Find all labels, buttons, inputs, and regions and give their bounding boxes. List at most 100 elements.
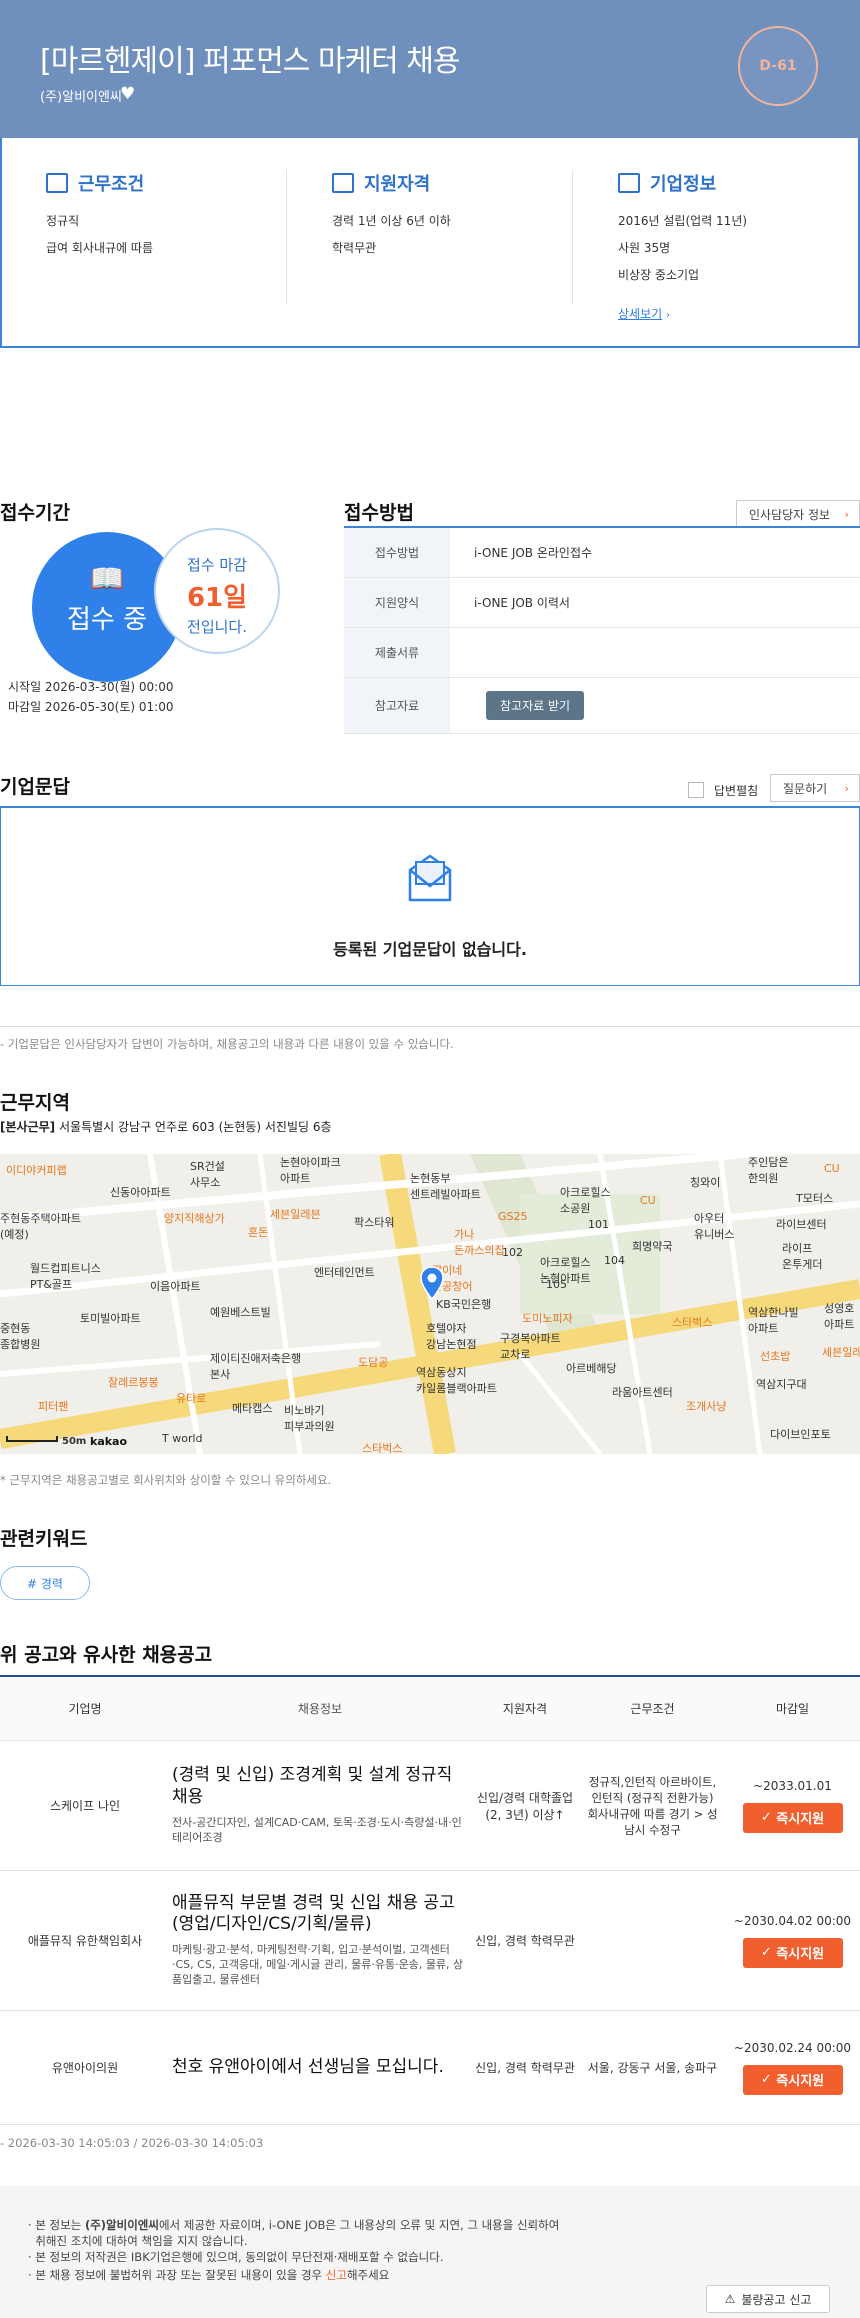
disclaimer-line-1: · 본 정보는 (주)알비이엔씨에서 제공한 자료이며, i-ONE JOB은 … <box>28 2218 560 2248</box>
deadline-circle: 접수 마감 61일 전입니다. <box>154 528 280 654</box>
job-condition <box>580 1871 725 2010</box>
post-timestamp: - 2026-03-30 14:05:03 / 2026-03-30 14:05… <box>0 2136 264 2150</box>
disclaimer-line-2: · 본 정보의 저작권은 IBK기업은행에 있으며, 동의없이 무단전재·재배포… <box>28 2250 444 2264</box>
career-requirement: 경력 1년 이상 6년 이하 <box>332 214 451 228</box>
detail-link[interactable]: 상세보기 <box>618 307 662 321</box>
expand-answers-checkbox[interactable] <box>688 782 704 798</box>
keyword-tag[interactable]: # 경력 <box>0 1566 90 1600</box>
apply-now-button[interactable]: ✓ 즉시지원 <box>742 1802 843 1833</box>
kakao-logo: kakao <box>90 1435 128 1448</box>
table-row: 제출서류 <box>344 628 860 678</box>
calendar-icon <box>332 173 354 193</box>
table-row: 스케이프 나인 (경력 및 신입) 조경계획 및 설계 정규직 채용 전사-공간… <box>0 1741 860 1871</box>
qna-note: - 기업문답은 인사담당자가 답변이 가능하며, 채용공고의 내용과 다른 내용… <box>0 1037 454 1051</box>
report-post-button[interactable]: ⚠ 불량공고 신고 <box>706 2285 830 2313</box>
heart-icon[interactable]: ♥ <box>120 84 135 104</box>
row-value: i-ONE JOB 이력서 <box>474 596 570 610</box>
apply-now-label: 즉시지원 <box>776 1947 825 1962</box>
disclaimer-line-3: · 본 채용 정보에 불법허위 과장 또는 잘못된 내용이 있을 경우 신고해주… <box>28 2268 390 2282</box>
hr-info-button[interactable]: 인사담당자 정보 › <box>736 500 860 528</box>
job-qualify: 신입, 경력 학력무관 <box>475 1934 575 1948</box>
job-title[interactable]: (경력 및 신입) 조경계획 및 설계 정규직 채용 <box>172 1765 470 1808</box>
siren-icon: ⚠ <box>724 2292 736 2306</box>
col-deadline: 마감일 <box>775 1702 810 1716</box>
report-link[interactable]: 신고 <box>326 2268 347 2282</box>
check-icon: ✓ <box>760 2072 772 2087</box>
company-name[interactable]: 애플뮤직 유한책임회사 <box>0 1871 170 2010</box>
col-job: 채용정보 <box>297 1702 343 1716</box>
divider <box>572 170 573 304</box>
map-scale-label: 50m <box>62 1436 87 1447</box>
table-row: 유앤아이의원 천호 유앤아이에서 선생님을 모십니다. 신입, 경력 학력무관 … <box>0 2011 860 2125</box>
disclaimer-text: 해주세요 <box>346 2268 390 2282</box>
row-value: i-ONE JOB 온라인접수 <box>474 546 593 560</box>
apply-method-heading: 접수방법 <box>344 502 414 524</box>
address: 서울특별시 강남구 언주로 603 (논현동) 서진빌딩 6층 <box>58 1120 332 1134</box>
company-name[interactable]: 유앤아이의원 <box>0 2011 170 2124</box>
company-name[interactable]: 스케이프 나인 <box>0 1741 170 1870</box>
disclaimer-text: 취해진 조치에 대하여 책임을 지지 않습니다. <box>35 2233 248 2248</box>
job-title[interactable]: 애플뮤직 부문별 경력 및 신입 채용 공고 (영업/디자인/CS/기획/물류) <box>172 1893 470 1936</box>
similar-jobs-heading: 위 공고와 유사한 채용공고 <box>0 1644 213 1666</box>
reception-heading: 접수기간 <box>0 502 70 524</box>
row-label: 제출서류 <box>344 628 450 677</box>
chevron-right-icon: › <box>844 507 849 521</box>
job-tags: 전사-공간디자인, 설계CAD·CAM, 토목·조경·도시·측량설·내·인테리어… <box>172 1815 462 1844</box>
page-title: [마르헨제이] 퍼포먼스 마케터 채용 <box>40 44 460 79</box>
col-condition: 근무조건 <box>630 1702 675 1716</box>
location-note: * 근무지역은 채용공고별로 회사위치와 상이할 수 있으니 유의하세요. <box>0 1473 332 1487</box>
employees: 사원 35명 <box>618 241 671 255</box>
apply-now-button[interactable]: ✓ 즉시지원 <box>742 1937 843 1968</box>
reference-download-button[interactable]: 참고자료 받기 <box>486 691 585 720</box>
job-deadline: ~2030.04.02 00:00 <box>733 1913 852 1928</box>
qualification: 지원자격 경력 1년 이상 6년 이하 학력무관 <box>332 170 602 256</box>
qualification-title: 지원자격 <box>364 174 431 195</box>
ask-question-label: 질문하기 <box>783 781 828 796</box>
company-info-title: 기업정보 <box>650 174 717 195</box>
chevron-right-icon: › <box>666 310 671 321</box>
table-row: 접수방법 i-ONE JOB 온라인접수 <box>344 528 860 578</box>
job-condition: 정규직,인턴직 아르바이트,인턴직 (정규직 전환가능) 회사내규에 따름 경기… <box>587 1774 718 1837</box>
row-value <box>450 628 860 677</box>
deadline-suffix: 전입니다. <box>187 618 247 636</box>
company-name[interactable]: (주)알비이엔씨 <box>40 86 122 105</box>
company-info: 기업정보 2016년 설립(업력 11년) 사원 35명 비상장 중소기업 상세… <box>618 170 860 322</box>
check-icon: ✓ <box>760 1945 772 1960</box>
qna-heading: 기업문답 <box>0 776 70 798</box>
founded: 2016년 설립(업력 11년) <box>618 214 748 228</box>
hr-info-label: 인사담당자 정보 <box>749 507 831 522</box>
work-type: 정규직 <box>46 214 80 228</box>
start-date: 시작일 2026-03-30(월) 00:00 <box>8 680 174 694</box>
apply-method-table: 접수방법 i-ONE JOB 온라인접수 지원양식 i-ONE JOB 이력서 … <box>344 526 860 734</box>
map[interactable]: 이디야커피랩 신동아아파트 SR건설 사무소 논현아이파크 아파트 세븐일레븐 논현… <box>0 1154 860 1454</box>
building-icon <box>46 173 68 193</box>
deadline-label: 접수 마감 <box>187 556 247 574</box>
job-condition: 서울, 강동구 서울, 송파구 <box>587 2061 718 2075</box>
end-date: 마감일 2026-05-30(토) 01:00 <box>8 700 174 714</box>
apply-now-label: 즉시지원 <box>776 2074 825 2089</box>
job-deadline: ~2033.01.01 <box>753 1778 832 1793</box>
col-company: 기업명 <box>68 1702 102 1716</box>
envelope-icon <box>408 854 452 902</box>
check-icon: ✓ <box>760 1810 772 1825</box>
expand-answers-label: 답변펼침 <box>714 784 759 798</box>
map-pin-icon[interactable] <box>420 1266 444 1300</box>
apply-now-button[interactable]: ✓ 즉시지원 <box>742 2064 843 2095</box>
apply-now-label: 즉시지원 <box>776 1812 825 1827</box>
divider <box>286 170 287 304</box>
row-label: 지원양식 <box>344 578 450 627</box>
chevron-right-icon: › <box>844 781 849 795</box>
work-condition-title: 근무조건 <box>78 174 145 195</box>
ask-question-button[interactable]: 질문하기 › <box>770 774 860 802</box>
work-condition: 근무조건 정규직 급여 회사내규에 따름 <box>46 170 316 256</box>
job-title[interactable]: 천호 유앤아이에서 선생님을 모십니다. <box>172 2057 470 2078</box>
location-type: [본사근무] <box>0 1120 56 1134</box>
row-label: 접수방법 <box>344 528 450 577</box>
dday-badge: D-61 <box>738 26 818 106</box>
table-row: 지원양식 i-ONE JOB 이력서 <box>344 578 860 628</box>
disclaimer-text: 본 정보의 저작권은 IBK기업은행에 있으며, 동의없이 무단전재·재배포할 … <box>35 2250 444 2264</box>
table-row: 참고자료 참고자료 받기 <box>344 678 860 734</box>
location-heading: 근무지역 <box>0 1092 70 1114</box>
divider <box>0 1026 860 1027</box>
similar-jobs-table: 기업명 채용정보 지원자격 근무조건 마감일 스케이프 나인 (경력 및 신입)… <box>0 1675 860 2125</box>
